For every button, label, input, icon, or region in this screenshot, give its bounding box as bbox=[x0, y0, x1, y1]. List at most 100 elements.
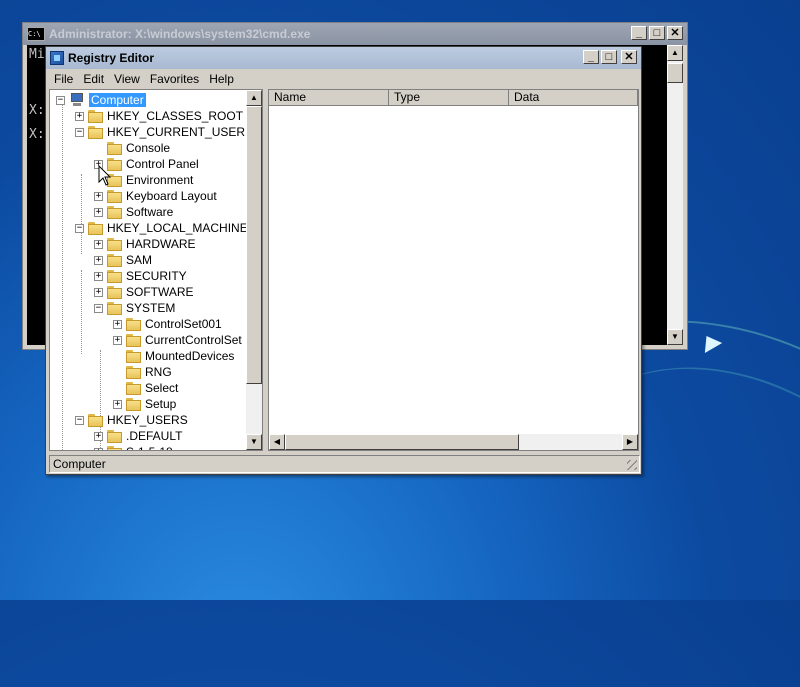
registry-tree[interactable]: − Computer + HKEY_CLASSES_ROOT − HKEY_CURRENT… bbox=[49, 89, 263, 451]
tree-node[interactable]: − SYSTEM bbox=[94, 300, 175, 316]
folder-icon bbox=[126, 317, 141, 331]
tree-node[interactable]: + SOFTWARE bbox=[94, 284, 194, 300]
regedit-window[interactable]: Registry Editor _ □ ✕ File Edit View Fav… bbox=[45, 46, 642, 475]
tree-node[interactable]: − HKEY_LOCAL_MACHINE bbox=[75, 220, 246, 236]
tree-node-label: SECURITY bbox=[126, 269, 187, 283]
folder-icon bbox=[88, 125, 103, 139]
tree-node[interactable]: + SECURITY bbox=[94, 268, 187, 284]
expand-plus-icon[interactable]: + bbox=[113, 399, 122, 409]
folder-icon bbox=[107, 269, 122, 283]
expand-plus-icon[interactable]: + bbox=[94, 191, 103, 201]
folder-icon bbox=[126, 365, 141, 379]
tree-node-label: SYSTEM bbox=[126, 301, 176, 315]
tree-node[interactable]: + .DEFAULT bbox=[94, 428, 182, 444]
collapse-minus-icon[interactable]: − bbox=[75, 415, 84, 425]
tree-node-label: Control Panel bbox=[126, 157, 199, 171]
tree-node[interactable]: RNG bbox=[113, 364, 172, 380]
folder-icon bbox=[126, 349, 141, 363]
expand-plus-icon[interactable]: + bbox=[94, 207, 103, 217]
tree-node[interactable]: + CurrentControlSet bbox=[113, 332, 242, 348]
cmd-titlebar[interactable]: C:\ Administrator: X:\windows\system32\c… bbox=[23, 23, 687, 45]
cmd-minimize-button[interactable]: _ bbox=[631, 26, 647, 40]
regedit-titlebar[interactable]: Registry Editor _ □ ✕ bbox=[46, 47, 641, 69]
collapse-minus-icon[interactable]: − bbox=[56, 95, 65, 105]
expand-plus-icon[interactable]: + bbox=[75, 111, 84, 121]
values-list[interactable]: Name Type Data ◀ ▶ bbox=[268, 89, 639, 451]
tree-node-label: Environment bbox=[126, 173, 194, 187]
expand-plus-icon[interactable]: + bbox=[113, 335, 122, 345]
scroll-thumb[interactable] bbox=[246, 106, 262, 384]
menu-edit[interactable]: Edit bbox=[78, 72, 109, 86]
tree-guide-line bbox=[81, 270, 82, 354]
expand-plus-icon[interactable]: + bbox=[94, 271, 103, 281]
scroll-thumb[interactable] bbox=[285, 434, 519, 450]
folder-icon bbox=[126, 397, 141, 411]
tree-node-label: ControlSet001 bbox=[145, 317, 222, 331]
resize-grip-icon[interactable] bbox=[627, 460, 637, 470]
tree-vertical-scrollbar[interactable]: ▲ ▼ bbox=[246, 90, 262, 450]
tree-node[interactable]: MountedDevices bbox=[113, 348, 234, 364]
tree-node[interactable]: + Keyboard Layout bbox=[94, 188, 217, 204]
expand-plus-icon[interactable]: + bbox=[94, 255, 103, 265]
cmd-vertical-scrollbar[interactable]: ▲ ▼ bbox=[667, 45, 683, 345]
tree-node[interactable]: − Computer bbox=[56, 92, 146, 108]
expand-plus-icon[interactable]: + bbox=[94, 431, 103, 441]
tree-node[interactable]: − HKEY_CURRENT_USER bbox=[75, 124, 245, 140]
expand-plus-icon[interactable]: + bbox=[94, 239, 103, 249]
tree-node[interactable]: − HKEY_USERS bbox=[75, 412, 188, 428]
scroll-down-arrow-icon[interactable]: ▼ bbox=[667, 329, 683, 345]
tree-node[interactable]: + SAM bbox=[94, 252, 152, 268]
column-name[interactable]: Name bbox=[269, 90, 389, 106]
expand-plus-icon[interactable]: + bbox=[94, 287, 103, 297]
expand-plus-icon[interactable]: + bbox=[113, 319, 122, 329]
tree-node-label: HKEY_CURRENT_USER bbox=[107, 125, 246, 139]
menu-favorites[interactable]: Favorites bbox=[145, 72, 204, 86]
scroll-thumb[interactable] bbox=[667, 63, 683, 83]
tree-node-label: HKEY_LOCAL_MACHINE bbox=[107, 221, 246, 235]
tree-node[interactable]: Select bbox=[113, 380, 178, 396]
menu-view[interactable]: View bbox=[109, 72, 145, 86]
regedit-minimize-button[interactable]: _ bbox=[583, 50, 599, 64]
mouse-cursor-icon bbox=[98, 165, 112, 186]
tree-node[interactable]: + HARDWARE bbox=[94, 236, 196, 252]
collapse-minus-icon[interactable]: − bbox=[94, 303, 103, 313]
menu-help[interactable]: Help bbox=[204, 72, 239, 86]
menu-bar: File Edit View Favorites Help bbox=[46, 69, 641, 89]
tree-node-label: SOFTWARE bbox=[126, 285, 194, 299]
folder-icon bbox=[107, 237, 122, 251]
tree-node-label: Computer bbox=[89, 93, 146, 107]
scroll-down-arrow-icon[interactable]: ▼ bbox=[246, 434, 262, 450]
list-horizontal-scrollbar[interactable]: ◀ ▶ bbox=[269, 434, 638, 450]
tree-node[interactable]: + ControlSet001 bbox=[113, 316, 222, 332]
tree-node-label: RNG bbox=[145, 365, 172, 379]
column-headers: Name Type Data bbox=[269, 90, 638, 106]
tree-node-label: .DEFAULT bbox=[126, 429, 183, 443]
cmd-close-button[interactable]: ✕ bbox=[667, 26, 683, 40]
tree-guide-line bbox=[81, 174, 82, 254]
tree-node[interactable]: Console bbox=[94, 140, 170, 156]
menu-file[interactable]: File bbox=[49, 72, 78, 86]
cmd-maximize-button[interactable]: □ bbox=[649, 26, 665, 40]
scroll-up-arrow-icon[interactable]: ▲ bbox=[246, 90, 262, 106]
folder-icon bbox=[107, 189, 122, 203]
regedit-close-button[interactable]: ✕ bbox=[621, 50, 637, 64]
regedit-maximize-button[interactable]: □ bbox=[601, 50, 617, 64]
tree-node-label: SAM bbox=[126, 253, 153, 267]
scroll-up-arrow-icon[interactable]: ▲ bbox=[667, 45, 683, 61]
tree-node[interactable]: + S-1-5-18 bbox=[94, 444, 173, 450]
scroll-left-arrow-icon[interactable]: ◀ bbox=[269, 434, 285, 450]
tree-node[interactable]: + Setup bbox=[113, 396, 176, 412]
tree-node[interactable]: + HKEY_CLASSES_ROOT bbox=[75, 108, 243, 124]
collapse-minus-icon[interactable]: − bbox=[75, 223, 84, 233]
expand-plus-icon[interactable]: + bbox=[94, 447, 103, 450]
collapse-minus-icon[interactable]: − bbox=[75, 127, 84, 137]
column-data[interactable]: Data bbox=[509, 90, 638, 106]
folder-icon bbox=[88, 221, 103, 235]
scroll-right-arrow-icon[interactable]: ▶ bbox=[622, 434, 638, 450]
folder-icon bbox=[107, 445, 122, 450]
tree-content: − Computer + HKEY_CLASSES_ROOT − HKEY_CURRENT… bbox=[50, 90, 246, 450]
tree-node[interactable]: + Software bbox=[94, 204, 173, 220]
column-type[interactable]: Type bbox=[389, 90, 509, 106]
regedit-title: Registry Editor bbox=[68, 51, 155, 65]
tree-node-label: HKEY_USERS bbox=[107, 413, 188, 427]
